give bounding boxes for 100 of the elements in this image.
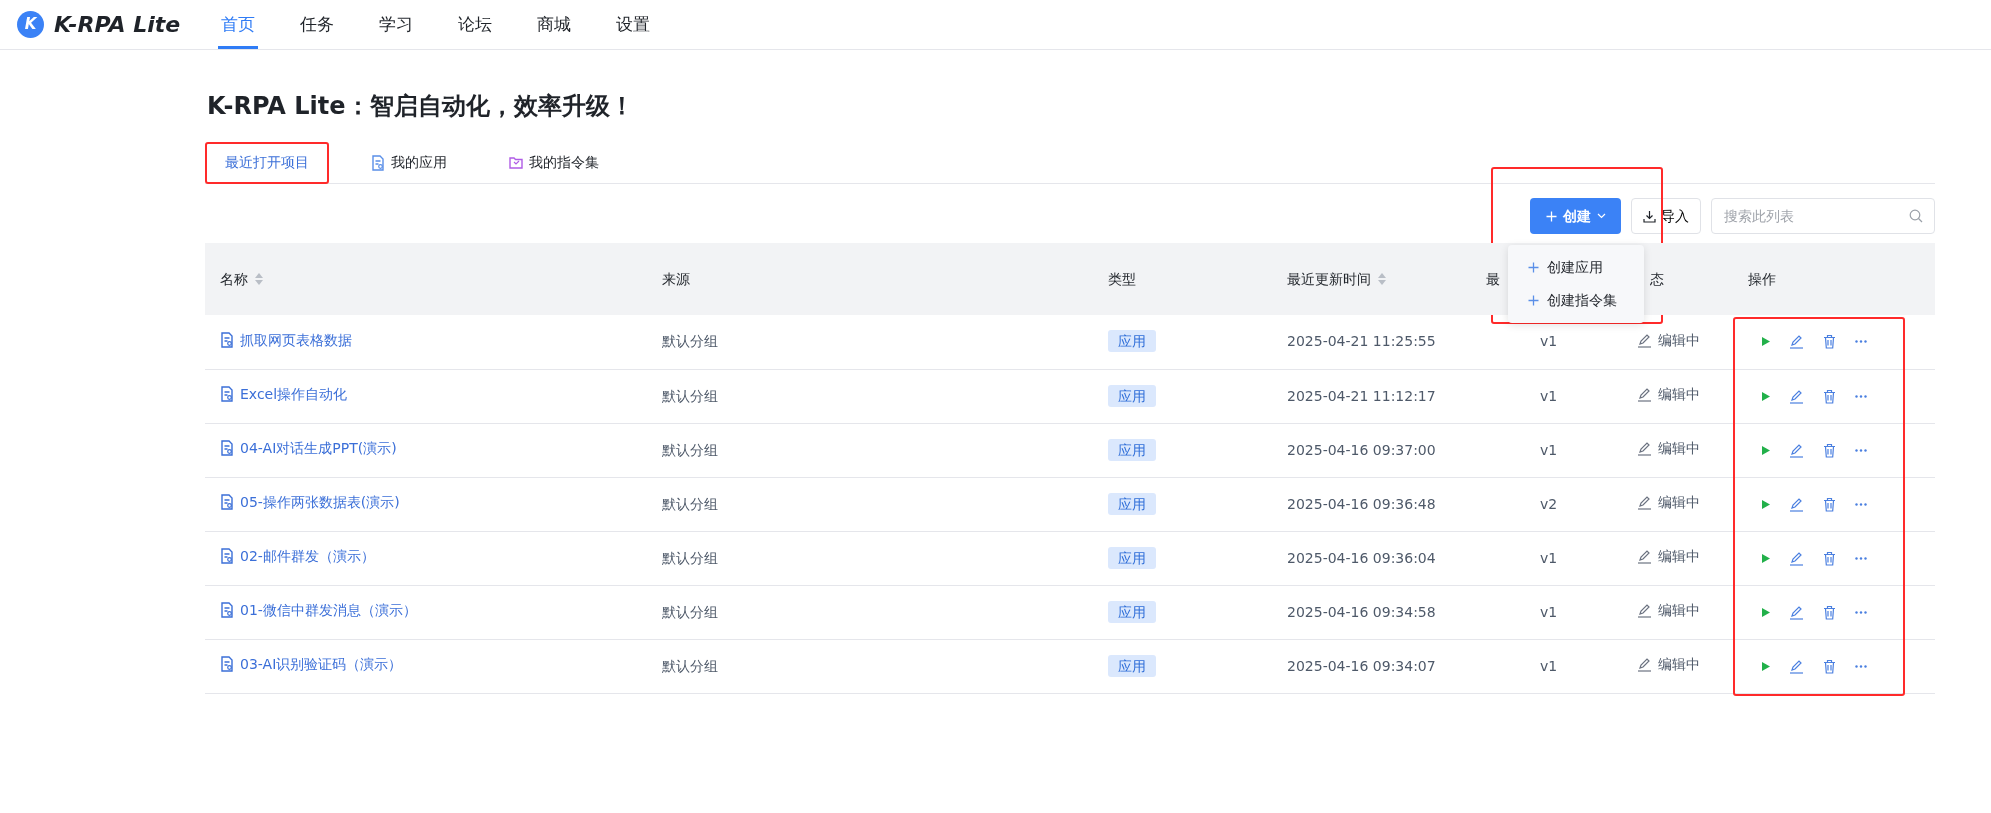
- more-icon[interactable]: [1855, 556, 1867, 560]
- more-icon[interactable]: [1855, 394, 1867, 398]
- table-cell: 默认分组: [662, 549, 718, 566]
- document-icon: [220, 494, 234, 511]
- table-cell: 默认分组: [662, 657, 718, 674]
- document-icon: [220, 332, 234, 348]
- more-icon[interactable]: [1855, 502, 1867, 506]
- table-cell: v1: [1540, 387, 1558, 404]
- play-icon[interactable]: [1762, 391, 1770, 401]
- type-tag: 应用: [1108, 654, 1156, 677]
- nav-tab[interactable]: 论坛: [455, 0, 495, 49]
- type-tag: 应用: [1108, 384, 1156, 407]
- pencil-icon: [1637, 603, 1652, 618]
- download-icon: [1643, 209, 1656, 223]
- table-cell: v1: [1540, 441, 1558, 458]
- folder-icon: [509, 156, 523, 169]
- status-text: 编辑中: [1658, 655, 1700, 674]
- document-icon: [220, 440, 234, 457]
- delete-icon[interactable]: [1823, 658, 1836, 674]
- create-button[interactable]: 创建: [1530, 198, 1621, 234]
- project-link[interactable]: 04-AI对话生成PPT(演示): [220, 437, 397, 459]
- more-icon[interactable]: [1855, 664, 1867, 668]
- project-link[interactable]: Excel操作自动化: [220, 383, 348, 405]
- column-header: 最: [1486, 269, 1500, 289]
- content-tab[interactable]: 我的应用: [351, 141, 467, 184]
- pencil-icon: [1637, 441, 1652, 456]
- table-cell: 2025-04-21 11:25:55: [1287, 333, 1436, 350]
- edit-icon[interactable]: [1789, 442, 1804, 458]
- table-cell: v1: [1540, 333, 1558, 350]
- column-header: 操作: [1748, 269, 1776, 289]
- search-field[interactable]: 搜索此列表: [1711, 198, 1935, 234]
- column-header: 类型: [1108, 269, 1136, 289]
- document-icon: [371, 154, 385, 171]
- document-icon: [220, 548, 234, 565]
- table-cell: v1: [1540, 603, 1558, 620]
- table-cell: 2025-04-21 11:12:17: [1287, 387, 1436, 404]
- delete-icon[interactable]: [1823, 550, 1836, 566]
- import-button[interactable]: 导入: [1631, 198, 1701, 234]
- app-name: K-RPA Lite: [54, 11, 181, 39]
- content-tab[interactable]: 最近打开项目: [205, 141, 329, 184]
- nav-tab[interactable]: 任务: [297, 0, 337, 49]
- plus-icon: [1528, 262, 1539, 273]
- table-cell: 默认分组: [662, 333, 718, 350]
- edit-icon[interactable]: [1789, 658, 1804, 674]
- table-cell: 默认分组: [662, 387, 718, 404]
- type-tag: 应用: [1108, 546, 1156, 569]
- delete-icon[interactable]: [1823, 496, 1836, 512]
- play-icon[interactable]: [1762, 553, 1770, 563]
- table-cell: 默认分组: [662, 441, 718, 458]
- play-icon[interactable]: [1762, 607, 1770, 617]
- document-icon: [220, 656, 234, 673]
- play-icon[interactable]: [1762, 499, 1770, 509]
- play-icon[interactable]: [1762, 445, 1770, 455]
- table-cell: 2025-04-16 09:34:07: [1287, 657, 1436, 674]
- edit-icon[interactable]: [1789, 388, 1804, 404]
- table-cell: v1: [1540, 657, 1558, 674]
- more-icon[interactable]: [1855, 448, 1867, 452]
- edit-icon[interactable]: [1789, 334, 1804, 350]
- pencil-icon: [1637, 387, 1652, 402]
- menu-item[interactable]: 创建应用: [1508, 251, 1644, 284]
- table-cell: 2025-04-16 09:34:58: [1287, 603, 1436, 620]
- pencil-icon: [1637, 549, 1652, 564]
- project-link[interactable]: 03-AI识别验证码（演示）: [220, 653, 403, 675]
- edit-icon[interactable]: [1789, 496, 1804, 512]
- more-icon[interactable]: [1855, 610, 1867, 614]
- document-icon: [220, 386, 234, 403]
- edit-icon[interactable]: [1789, 550, 1804, 566]
- menu-item[interactable]: 创建指令集: [1508, 284, 1644, 317]
- table-cell: 默认分组: [662, 603, 718, 620]
- nav-tab[interactable]: 商城: [534, 0, 574, 49]
- project-link[interactable]: 02-邮件群发（演示）: [220, 545, 375, 567]
- play-icon[interactable]: [1762, 661, 1770, 671]
- delete-icon[interactable]: [1823, 388, 1836, 404]
- content-tab[interactable]: 我的指令集: [489, 141, 619, 184]
- table-cell: v2: [1540, 495, 1558, 512]
- table-cell: 2025-04-16 09:36:48: [1287, 495, 1436, 512]
- play-icon[interactable]: [1762, 337, 1770, 347]
- status-text: 编辑中: [1658, 439, 1700, 458]
- edit-icon[interactable]: [1789, 604, 1804, 620]
- nav-tab[interactable]: 学习: [376, 0, 416, 49]
- caret-icon: [1596, 213, 1606, 219]
- nav-tab[interactable]: 设置: [613, 0, 653, 49]
- column-header: 来源: [662, 269, 690, 289]
- logo-icon: K: [17, 11, 44, 38]
- project-link[interactable]: 01-微信中群发消息（演示）: [220, 599, 417, 621]
- project-link[interactable]: 05-操作两张数据表(演示): [220, 491, 400, 513]
- status-text: 编辑中: [1658, 330, 1700, 350]
- document-icon: [220, 602, 234, 619]
- delete-icon[interactable]: [1823, 334, 1836, 350]
- nav-tab[interactable]: 首页: [218, 0, 258, 49]
- project-link[interactable]: 抓取网页表格数据: [220, 329, 352, 351]
- type-tag: 应用: [1108, 438, 1156, 461]
- column-header: 名称: [220, 269, 248, 289]
- plus-icon: [1528, 295, 1539, 306]
- delete-icon[interactable]: [1823, 442, 1836, 458]
- column-header: 最近更新时间: [1287, 269, 1371, 289]
- search-icon: [1909, 209, 1923, 223]
- table-cell: 2025-04-16 09:36:04: [1287, 549, 1436, 566]
- more-icon[interactable]: [1855, 340, 1867, 344]
- delete-icon[interactable]: [1823, 604, 1836, 620]
